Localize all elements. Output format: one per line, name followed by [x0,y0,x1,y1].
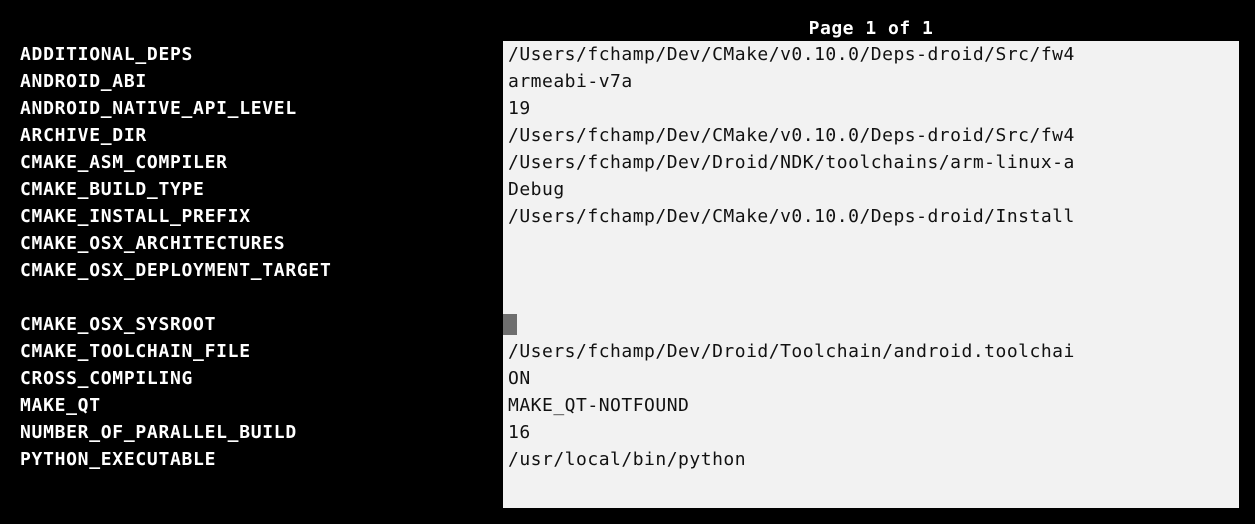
cache-entry-row[interactable]: ANDROID_NATIVE_API_LEVEL 19 [0,95,1255,122]
cache-entry-name: CMAKE_TOOLCHAIN_FILE [20,341,251,362]
cache-entry-value[interactable]: /Users/fchamp/Dev/CMake/v0.10.0/Deps-dro… [508,203,1234,230]
cache-entry-value[interactable] [508,230,1234,257]
page-indicator: Page 1 of 1 [808,18,934,39]
cache-entry-value[interactable]: armeabi-v7a [508,68,1234,95]
cache-entry-value[interactable] [508,257,1234,284]
cache-entry-row[interactable]: MAKE_QT MAKE_QT-NOTFOUND [0,392,1255,419]
ccmake-terminal: Page 1 of 1 ADDITIONAL_DEPS /Users/fcham… [0,0,1255,524]
cache-entry-value[interactable]: MAKE_QT-NOTFOUND [508,392,1234,419]
cache-entry-value[interactable]: 19 [508,95,1234,122]
cache-entry-row[interactable]: CMAKE_OSX_ARCHITECTURES [0,230,1255,257]
cache-entry-name: CMAKE_OSX_ARCHITECTURES [20,233,286,254]
cache-entry-name: ARCHIVE_DIR [20,125,147,146]
cache-entry-row[interactable]: CMAKE_INSTALL_PREFIX /Users/fchamp/Dev/C… [0,203,1255,230]
cache-entry-value[interactable] [508,311,1234,338]
cache-entry-row[interactable]: PYTHON_EXECUTABLE /usr/local/bin/python [0,446,1255,473]
cache-entry-name: ADDITIONAL_DEPS [20,44,194,65]
cache-entry-row[interactable]: CMAKE_OSX_DEPLOYMENT_TARGET [0,257,1255,284]
cache-entry-name: CMAKE_INSTALL_PREFIX [20,206,251,227]
cache-entry-value[interactable]: Debug [508,176,1234,203]
cache-entry-value[interactable]: /Users/fchamp/Dev/Droid/NDK/toolchains/a… [508,149,1234,176]
cache-entry-name: CROSS_COMPILING [20,368,194,389]
cache-entry-value[interactable]: /Users/fchamp/Dev/CMake/v0.10.0/Deps-dro… [508,41,1234,68]
cache-entry-name: NUMBER_OF_PARALLEL_BUILD [20,422,297,443]
cache-entry-name: CMAKE_ASM_COMPILER [20,152,228,173]
cache-entry-name: CMAKE_BUILD_TYPE [20,179,205,200]
cache-entry-value[interactable]: /Users/fchamp/Dev/Droid/Toolchain/androi… [508,338,1234,365]
cache-entry-row[interactable]: CMAKE_BUILD_TYPE Debug [0,176,1255,203]
cache-entry-row[interactable]: CMAKE_ASM_COMPILER /Users/fchamp/Dev/Dro… [0,149,1255,176]
cache-entry-value[interactable]: ON [508,365,1234,392]
cache-entry-name: MAKE_QT [20,395,101,416]
cache-entry-name: PYTHON_EXECUTABLE [20,449,217,470]
cache-entry-row[interactable]: ARCHIVE_DIR /Users/fchamp/Dev/CMake/v0.1… [0,122,1255,149]
cache-entry-value[interactable]: /Users/fchamp/Dev/CMake/v0.10.0/Deps-dro… [508,122,1234,149]
cache-entry-value[interactable]: /usr/local/bin/python [508,446,1234,473]
cache-entry-row[interactable]: ANDROID_ABI armeabi-v7a [0,68,1255,95]
cache-entry-name: CMAKE_OSX_DEPLOYMENT_TARGET [20,260,332,281]
cache-entry-value[interactable]: 16 [508,419,1234,446]
cache-entry-row[interactable]: NUMBER_OF_PARALLEL_BUILD 16 [0,419,1255,446]
cache-entry-row[interactable]: ADDITIONAL_DEPS /Users/fchamp/Dev/CMake/… [0,41,1255,68]
cache-entry-row[interactable]: CROSS_COMPILING ON [0,365,1255,392]
cache-entry-name: ANDROID_ABI [20,71,147,92]
cache-entry-name: ANDROID_NATIVE_API_LEVEL [20,98,297,119]
cache-entry-row[interactable]: CMAKE_TOOLCHAIN_FILE /Users/fchamp/Dev/D… [0,338,1255,365]
cache-entry-row-selected[interactable]: CMAKE_OSX_SYSROOT [0,311,1255,338]
cache-entry-name: CMAKE_OSX_SYSROOT [20,314,217,335]
